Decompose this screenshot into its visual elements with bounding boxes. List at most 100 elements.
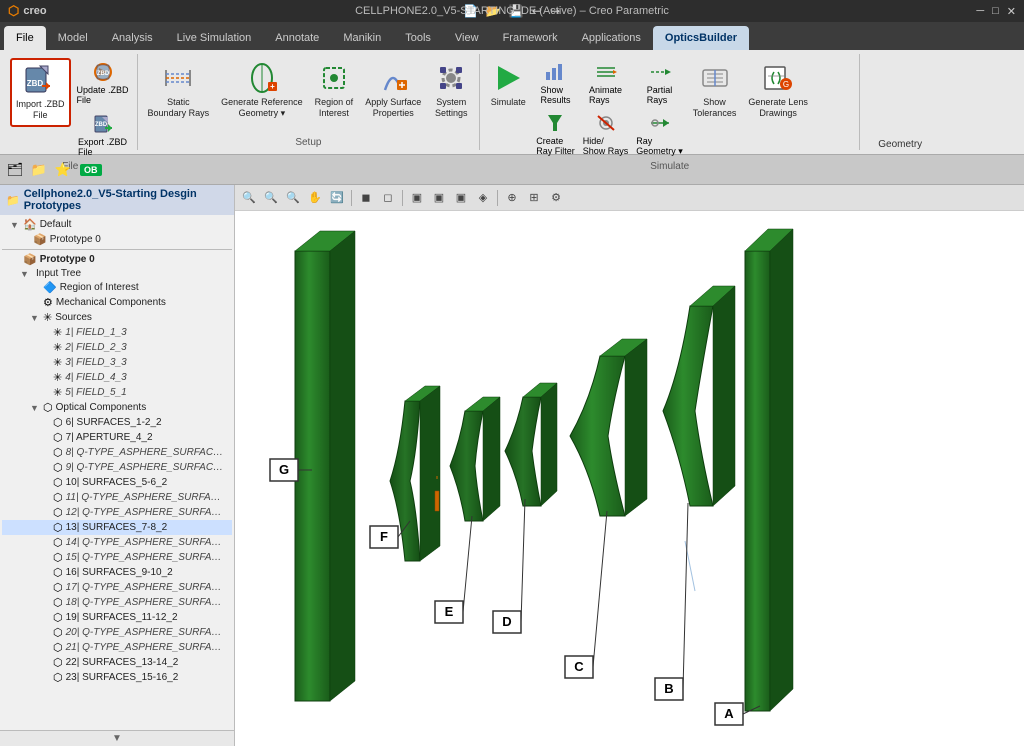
tree-item[interactable]: ⬡23| SURFACES_15-16_2 <box>2 670 232 685</box>
zoom-out-btn[interactable]: 🔍 <box>283 188 303 208</box>
tab-file[interactable]: File <box>4 26 46 50</box>
animate-rays-button[interactable]: AnimateRays <box>581 58 631 107</box>
tree-item[interactable]: ⬡12| Q-TYPE_ASPHERE_SURFA… <box>2 505 232 520</box>
tree-item[interactable]: ⬡9| Q-TYPE_ASPHERE_SURFAC… <box>2 460 232 475</box>
update-zbd-button[interactable]: ZBD Update .ZBDFile <box>75 58 131 107</box>
zoom-in-btn[interactable]: 🔍 <box>261 188 281 208</box>
view-3d-btn[interactable]: ◈ <box>473 188 493 208</box>
show-tolerances-button[interactable]: ShowTolerances <box>689 58 741 123</box>
export-zbd-icon: ZBD <box>91 112 115 136</box>
tab-livesim[interactable]: Live Simulation <box>165 26 264 50</box>
svg-text:C: C <box>574 659 584 674</box>
folder-tab-btn[interactable]: 📁 <box>28 159 50 181</box>
app-logo: ⬡ creo <box>8 3 47 19</box>
tree-item[interactable]: ✳4| FIELD_4_3 <box>2 370 232 385</box>
ob-badge[interactable]: OB <box>80 164 102 176</box>
tree-expand-icon[interactable]: ▼ <box>30 313 40 323</box>
apply-surface-button[interactable]: Apply SurfaceProperties <box>361 58 425 123</box>
geometry-section: Geometry <box>860 54 940 150</box>
tab-manikin[interactable]: Manikin <box>331 26 393 50</box>
gen-lens-drawings-button[interactable]: G Generate LensDrawings <box>744 58 812 123</box>
view-front-btn[interactable]: ▣ <box>407 188 427 208</box>
tree-item[interactable]: ⬡14| Q-TYPE_ASPHERE_SURFA… <box>2 535 232 550</box>
tree-item[interactable]: ✳5| FIELD_5_1 <box>2 385 232 400</box>
tree-item[interactable]: ⬡15| Q-TYPE_ASPHERE_SURFA… <box>2 550 232 565</box>
tree-item[interactable]: 📦Prototype 0 <box>2 232 232 247</box>
sim-small-group2: AnimateRays Hide/Show Rays <box>581 58 631 158</box>
static-boundary-icon <box>162 62 194 94</box>
tree-item[interactable]: ⚙Mechanical Components <box>2 295 232 310</box>
update-zbd-label: Update .ZBDFile <box>77 85 129 105</box>
tree-expand-icon[interactable]: ▼ <box>30 403 40 413</box>
tree-item[interactable]: ⬡20| Q-TYPE_ASPHERE_SURFA… <box>2 625 232 640</box>
tree-node-icon: ⬡ <box>53 491 63 504</box>
shading-btn[interactable]: ◼ <box>356 188 376 208</box>
wireframe-btn[interactable]: ◻ <box>378 188 398 208</box>
tree-node-label: 8| Q-TYPE_ASPHERE_SURFAC… <box>66 447 223 458</box>
tab-model[interactable]: Model <box>46 26 100 50</box>
tree-node-icon: ⬡ <box>53 641 63 654</box>
tab-framework[interactable]: Framework <box>491 26 570 50</box>
import-zbd-button[interactable]: ZBD Import .ZBDFile <box>10 58 71 127</box>
static-boundary-button[interactable]: StaticBoundary Rays <box>144 58 214 123</box>
svg-text:G: G <box>279 462 289 477</box>
view-top-btn[interactable]: ▣ <box>429 188 449 208</box>
region-interest-button[interactable]: Region ofInterest <box>311 58 358 123</box>
create-ray-filter-button[interactable]: CreateRay Filter <box>534 109 577 158</box>
system-settings-button[interactable]: SystemSettings <box>429 58 473 123</box>
tree-item[interactable]: 📦Prototype 0 <box>2 252 232 267</box>
tree-item[interactable]: ▼🏠Default <box>2 217 232 232</box>
view-right-btn[interactable]: ▣ <box>451 188 471 208</box>
hide-show-rays-label: Hide/Show Rays <box>583 136 629 156</box>
pan-btn[interactable]: ✋ <box>305 188 325 208</box>
simulate-button[interactable]: Simulate <box>486 58 530 112</box>
tree-item[interactable]: ⬡16| SURFACES_9-10_2 <box>2 565 232 580</box>
tree-item[interactable]: ⬡8| Q-TYPE_ASPHERE_SURFAC… <box>2 445 232 460</box>
rotate-btn[interactable]: 🔄 <box>327 188 347 208</box>
fav-tab-btn[interactable]: ⭐ <box>52 159 74 181</box>
show-planes-btn[interactable]: ⊞ <box>524 188 544 208</box>
settings-btn[interactable]: ⚙ <box>546 188 566 208</box>
zoom-fit-btn[interactable]: 🔍 <box>239 188 259 208</box>
hide-show-rays-button[interactable]: Hide/Show Rays <box>581 109 631 158</box>
tree-item[interactable]: ⬡21| Q-TYPE_ASPHERE_SURFA… <box>2 640 232 655</box>
model-tab-btn[interactable]: 🗂 <box>4 159 26 181</box>
tree-item[interactable]: ⬡11| Q-TYPE_ASPHERE_SURFA… <box>2 490 232 505</box>
tree-node-label: Mechanical Components <box>56 297 166 308</box>
tree-item[interactable]: ✳1| FIELD_1_3 <box>2 325 232 340</box>
tree-item[interactable]: ⬡17| Q-TYPE_ASPHERE_SURFA… <box>2 580 232 595</box>
tree-item[interactable]: ✳3| FIELD_3_3 <box>2 355 232 370</box>
tab-analysis[interactable]: Analysis <box>100 26 165 50</box>
sim-small-group3: PartialRays RayGeometry ▾ <box>634 58 685 159</box>
tree-item[interactable]: ⬡22| SURFACES_13-14_2 <box>2 655 232 670</box>
maximize-btn[interactable]: □ <box>992 5 999 18</box>
close-btn[interactable]: ✕ <box>1007 5 1016 18</box>
tab-view[interactable]: View <box>443 26 491 50</box>
tab-opticsbuilder[interactable]: OpticsBuilder <box>653 26 749 50</box>
tab-applications[interactable]: Applications <box>570 26 653 50</box>
tree-item[interactable]: ⬡13| SURFACES_7-8_2 <box>2 520 232 535</box>
tree-item[interactable]: ▼✳Sources <box>2 310 232 325</box>
ray-geometry-button[interactable]: RayGeometry ▾ <box>634 109 685 159</box>
tree-item[interactable]: ✳2| FIELD_2_3 <box>2 340 232 355</box>
partial-rays-button[interactable]: PartialRays <box>634 58 685 107</box>
tab-tools[interactable]: Tools <box>393 26 443 50</box>
minimize-btn[interactable]: ─ <box>976 5 984 18</box>
show-results-button[interactable]: ShowResults <box>534 58 577 107</box>
tree-item[interactable]: ⬡19| SURFACES_11-12_2 <box>2 610 232 625</box>
3d-scene[interactable]: G F E D C B <box>235 211 1024 746</box>
export-zbd-button[interactable]: ZBD Export .ZBDFile <box>75 110 131 159</box>
hide-axes-btn[interactable]: ⊕ <box>502 188 522 208</box>
tree-item[interactable]: 🔷Region of Interest <box>2 280 232 295</box>
tree-item[interactable]: ⬡18| Q-TYPE_ASPHERE_SURFA… <box>2 595 232 610</box>
tab-annotate[interactable]: Annotate <box>263 26 331 50</box>
scroll-down-arrow[interactable]: ▼ <box>112 733 122 744</box>
tree-item[interactable]: ⬡6| SURFACES_1-2_2 <box>2 415 232 430</box>
tree-item[interactable]: ⬡10| SURFACES_5-6_2 <box>2 475 232 490</box>
gen-ref-geo-button[interactable]: + Generate ReferenceGeometry ▾ <box>217 58 307 123</box>
tree-expand-icon[interactable]: ▼ <box>20 269 30 279</box>
tree-item[interactable]: ▼⬡Optical Components <box>2 400 232 415</box>
tree-item[interactable]: ⬡7| APERTURE_4_2 <box>2 430 232 445</box>
tree-item[interactable]: ▼ Input Tree <box>2 267 232 280</box>
tree-expand-icon[interactable]: ▼ <box>10 220 20 230</box>
